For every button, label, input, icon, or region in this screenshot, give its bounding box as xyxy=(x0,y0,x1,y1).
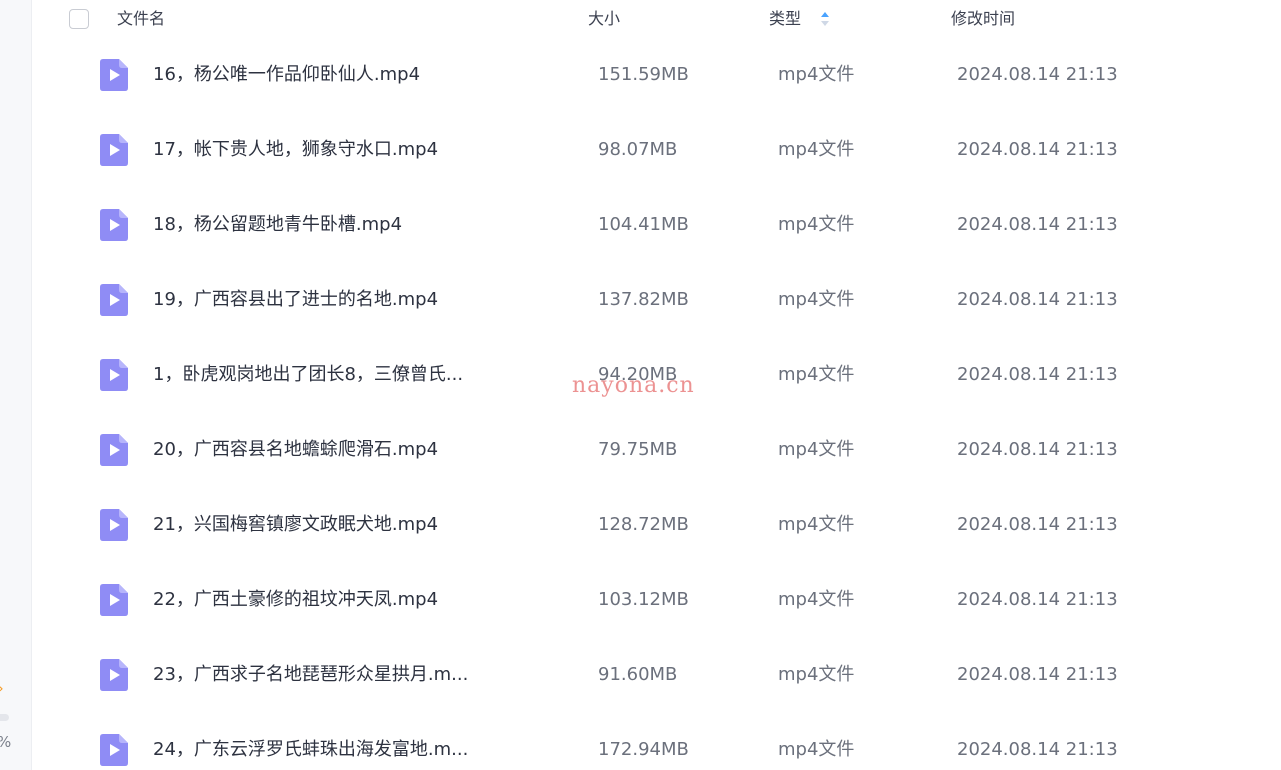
column-header-modified-time[interactable]: 修改时间 xyxy=(951,9,1015,29)
file-row[interactable]: 21，兴国梅窖镇廖文政眠犬地.mp4 128.72MB mp4文件 2024.08.1… xyxy=(32,487,1281,562)
column-header-type[interactable]: 类型 xyxy=(769,9,801,29)
file-row[interactable]: 24，广东云浮罗氏蚌珠出海发富地.m... 172.94MB mp4文件 2024.0… xyxy=(32,712,1281,770)
column-header-name[interactable]: 文件名 xyxy=(117,9,165,29)
file-row[interactable]: 17，帐下贵人地，狮象守水口.mp4 98.07MB mp4文件 2024.08.14… xyxy=(32,112,1281,187)
file-name[interactable]: 20，广西容县名地蟾蜍爬滑石.mp4 xyxy=(153,439,438,461)
file-modified-time: 2024.08.14 21:13 xyxy=(957,664,1118,685)
file-row[interactable]: 16，杨公唯一作品仰卧仙人.mp4 151.59MB mp4文件 2024.08.14… xyxy=(32,37,1281,112)
file-name[interactable]: 23，广西求子名地琵琶形众星拱月.m... xyxy=(153,664,468,686)
file-size: 151.59MB xyxy=(598,64,689,85)
file-type: mp4文件 xyxy=(778,364,855,385)
file-name[interactable]: 22，广西土豪修的祖坟冲天凤.mp4 xyxy=(153,589,438,611)
storage-percent: % xyxy=(0,733,11,751)
file-modified-time: 2024.08.14 21:13 xyxy=(957,739,1118,760)
file-type: mp4文件 xyxy=(778,139,855,160)
video-file-icon xyxy=(100,284,128,316)
file-modified-time: 2024.08.14 21:13 xyxy=(957,139,1118,160)
video-file-icon xyxy=(100,734,128,766)
video-file-icon xyxy=(100,134,128,166)
file-modified-time: 2024.08.14 21:13 xyxy=(957,289,1118,310)
video-file-icon xyxy=(100,209,128,241)
file-row[interactable]: 23，广西求子名地琵琶形众星拱月.m... 91.60MB mp4文件 2024.08… xyxy=(32,637,1281,712)
file-list: 16，杨公唯一作品仰卧仙人.mp4 151.59MB mp4文件 2024.08.14… xyxy=(32,37,1281,770)
file-type: mp4文件 xyxy=(778,739,855,760)
file-row[interactable]: 19，广西容县出了进士的名地.mp4 137.82MB mp4文件 2024.08.1… xyxy=(32,262,1281,337)
file-list-page: › % 文件名 大小 类型 修改时间 16，杨公唯一作品仰卧仙人.mp4 151.… xyxy=(0,0,1281,770)
video-file-icon xyxy=(100,59,128,91)
file-size: 91.60MB xyxy=(598,664,678,685)
file-type: mp4文件 xyxy=(778,64,855,85)
file-type: mp4文件 xyxy=(778,664,855,685)
file-type: mp4文件 xyxy=(778,514,855,535)
file-modified-time: 2024.08.14 21:13 xyxy=(957,514,1118,535)
file-modified-time: 2024.08.14 21:13 xyxy=(957,589,1118,610)
file-name[interactable]: 16，杨公唯一作品仰卧仙人.mp4 xyxy=(153,64,420,86)
video-file-icon xyxy=(100,509,128,541)
file-row[interactable]: 22，广西土豪修的祖坟冲天凤.mp4 103.12MB mp4文件 2024.08.1… xyxy=(32,562,1281,637)
file-modified-time: 2024.08.14 21:13 xyxy=(957,364,1118,385)
file-type: mp4文件 xyxy=(778,214,855,235)
file-modified-time: 2024.08.14 21:13 xyxy=(957,214,1118,235)
file-list-header: 文件名 大小 类型 修改时间 xyxy=(32,0,1281,40)
file-type: mp4文件 xyxy=(778,439,855,460)
file-size: 137.82MB xyxy=(598,289,689,310)
file-size: 98.07MB xyxy=(598,139,678,160)
file-modified-time: 2024.08.14 21:13 xyxy=(957,64,1118,85)
file-name[interactable]: 21，兴国梅窖镇廖文政眠犬地.mp4 xyxy=(153,514,438,536)
file-modified-time: 2024.08.14 21:13 xyxy=(957,439,1118,460)
file-size: 128.72MB xyxy=(598,514,689,535)
column-header-size[interactable]: 大小 xyxy=(588,9,620,29)
file-name[interactable]: 24，广东云浮罗氏蚌珠出海发富地.m... xyxy=(153,739,468,761)
file-name[interactable]: 17，帐下贵人地，狮象守水口.mp4 xyxy=(153,139,438,161)
file-row[interactable]: 18，杨公留题地青牛卧槽.mp4 104.41MB mp4文件 2024.08.14 … xyxy=(32,187,1281,262)
file-type: mp4文件 xyxy=(778,289,855,310)
file-type: mp4文件 xyxy=(778,589,855,610)
video-file-icon xyxy=(100,659,128,691)
file-size: 79.75MB xyxy=(598,439,678,460)
file-size: 104.41MB xyxy=(598,214,689,235)
sort-icon[interactable] xyxy=(820,9,830,29)
video-file-icon xyxy=(100,434,128,466)
file-name[interactable]: 19，广西容县出了进士的名地.mp4 xyxy=(153,289,438,311)
file-name[interactable]: 1，卧虎观岗地出了团长8，三僚曾氏... xyxy=(153,364,463,386)
chevron-right-icon[interactable]: › xyxy=(0,681,4,697)
watermark-text: nayona.cn xyxy=(572,373,695,398)
storage-progress-bar xyxy=(0,714,9,721)
file-size: 172.94MB xyxy=(598,739,689,760)
video-file-icon xyxy=(100,584,128,616)
file-row[interactable]: 20，广西容县名地蟾蜍爬滑石.mp4 79.75MB mp4文件 2024.08.14… xyxy=(32,412,1281,487)
video-file-icon xyxy=(100,359,128,391)
file-size: 103.12MB xyxy=(598,589,689,610)
select-all-checkbox[interactable] xyxy=(69,9,89,29)
left-sidebar: › % xyxy=(0,0,32,770)
file-name[interactable]: 18，杨公留题地青牛卧槽.mp4 xyxy=(153,214,402,236)
